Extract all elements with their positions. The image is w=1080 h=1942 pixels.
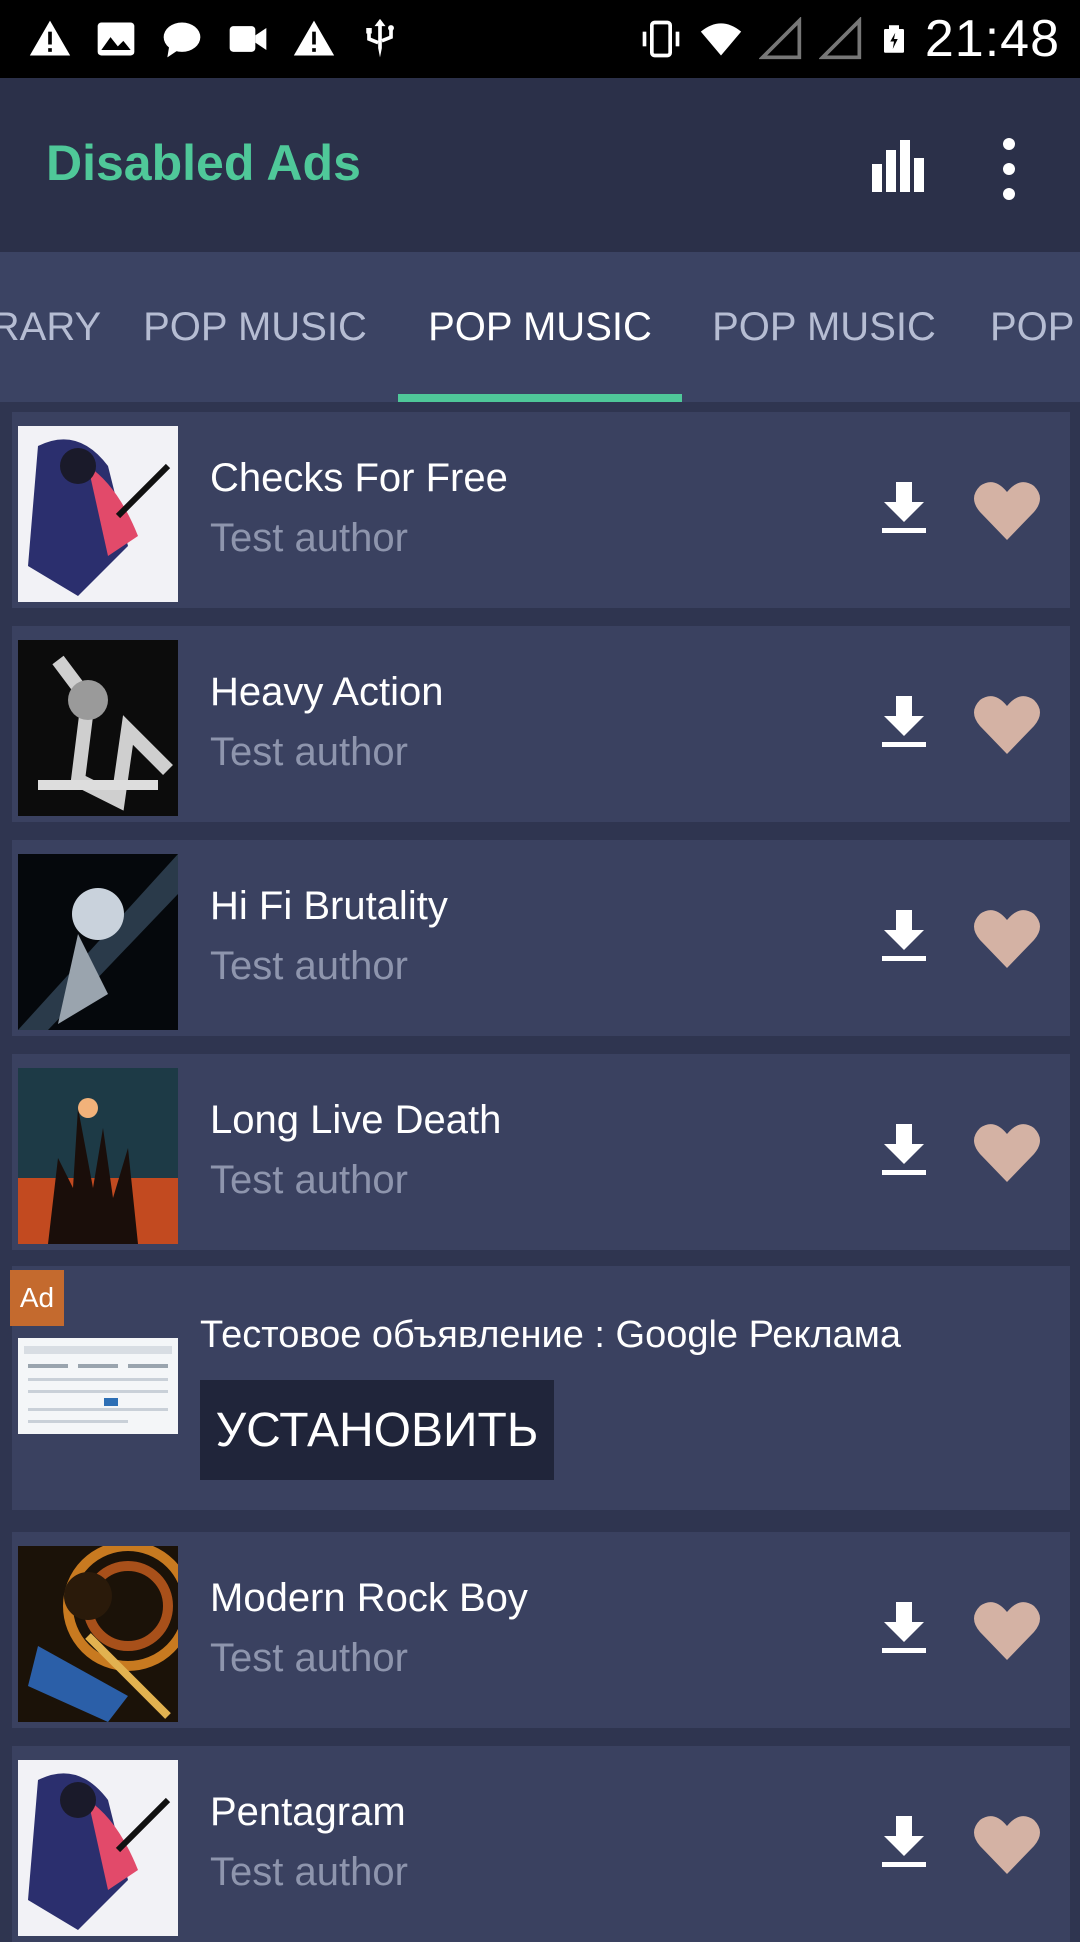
- track-row[interactable]: Heavy Action Test author: [12, 626, 1070, 822]
- track-author: Test author: [210, 516, 408, 560]
- heart-icon[interactable]: [972, 1120, 1042, 1184]
- track-author: Test author: [210, 1158, 408, 1202]
- track-author: Test author: [210, 1636, 408, 1680]
- ad-title: Тестовое объявление : Google Реклама: [200, 1314, 902, 1356]
- battery-icon: [883, 25, 904, 53]
- vibrate-icon: [642, 20, 680, 58]
- tab-pop-music[interactable]: POP MUSIC: [140, 252, 370, 402]
- track-title: Pentagram: [210, 1790, 406, 1834]
- wifi-icon: [700, 23, 742, 56]
- album-art: [18, 640, 178, 816]
- tab-pop-music-active[interactable]: POP MUSIC: [398, 252, 682, 402]
- track-author: Test author: [210, 1850, 408, 1894]
- status-bar: 21:48: [0, 0, 1080, 78]
- track-row[interactable]: Modern Rock Boy Test author: [12, 1532, 1070, 1728]
- track-author: Test author: [210, 944, 408, 988]
- track-title: Heavy Action: [210, 670, 444, 714]
- heart-icon[interactable]: [972, 1598, 1042, 1662]
- tab-bar: RARY POP MUSIC POP MUSIC POP MUSIC POP: [0, 252, 1080, 402]
- install-button[interactable]: УСТАНОВИТЬ: [200, 1380, 554, 1480]
- tab-library[interactable]: RARY: [0, 252, 101, 402]
- track-row[interactable]: Checks For Free Test author: [12, 412, 1070, 608]
- heart-icon[interactable]: [972, 478, 1042, 542]
- warning-icon: [293, 20, 335, 56]
- system-icons: 21:48: [639, 10, 1060, 68]
- heart-icon[interactable]: [972, 692, 1042, 756]
- track-row[interactable]: Long Live Death Test author: [12, 1054, 1070, 1250]
- track-title: Long Live Death: [210, 1098, 502, 1142]
- signal-icon: [758, 17, 802, 60]
- track-title: Checks For Free: [210, 456, 508, 500]
- tab-pop-music[interactable]: POP MUSIC: [706, 252, 942, 402]
- clock: 21:48: [924, 10, 1060, 68]
- heart-icon[interactable]: [972, 1812, 1042, 1876]
- app-bar: Disabled Ads: [0, 78, 1080, 252]
- ad-image: [18, 1338, 178, 1434]
- warning-icon: [29, 20, 71, 56]
- ad-badge: Ad: [10, 1270, 64, 1326]
- track-author: Test author: [210, 730, 408, 774]
- bar-chart-icon[interactable]: [864, 136, 928, 200]
- app-title: Disabled Ads: [46, 135, 361, 191]
- video-icon: [229, 26, 267, 52]
- ad-card[interactable]: Ad Тестовое объявление : Google Реклама …: [10, 1266, 1070, 1510]
- download-icon[interactable]: [874, 1812, 934, 1872]
- tab-pop[interactable]: POP: [990, 252, 1080, 402]
- chat-icon: [163, 22, 201, 58]
- signal-icon: [818, 17, 862, 60]
- download-icon[interactable]: [874, 692, 934, 752]
- notification-icons: [28, 14, 402, 64]
- download-icon[interactable]: [874, 1120, 934, 1180]
- tab-indicator: [398, 394, 682, 402]
- track-title: Modern Rock Boy: [210, 1576, 528, 1620]
- download-icon[interactable]: [874, 1598, 934, 1658]
- album-art: [18, 1546, 178, 1722]
- heart-icon[interactable]: [972, 906, 1042, 970]
- usb-icon: [366, 18, 394, 58]
- track-list: Checks For Free Test author Heavy Action…: [0, 402, 1080, 1942]
- track-row[interactable]: Pentagram Test author: [12, 1746, 1070, 1942]
- image-icon: [97, 22, 135, 56]
- track-row[interactable]: Hi Fi Brutality Test author: [12, 840, 1070, 1036]
- more-vert-icon[interactable]: [986, 134, 1032, 204]
- download-icon[interactable]: [874, 478, 934, 538]
- download-icon[interactable]: [874, 906, 934, 966]
- album-art: [18, 1760, 178, 1936]
- album-art: [18, 426, 178, 602]
- track-title: Hi Fi Brutality: [210, 884, 448, 928]
- album-art: [18, 854, 178, 1030]
- album-art: [18, 1068, 178, 1244]
